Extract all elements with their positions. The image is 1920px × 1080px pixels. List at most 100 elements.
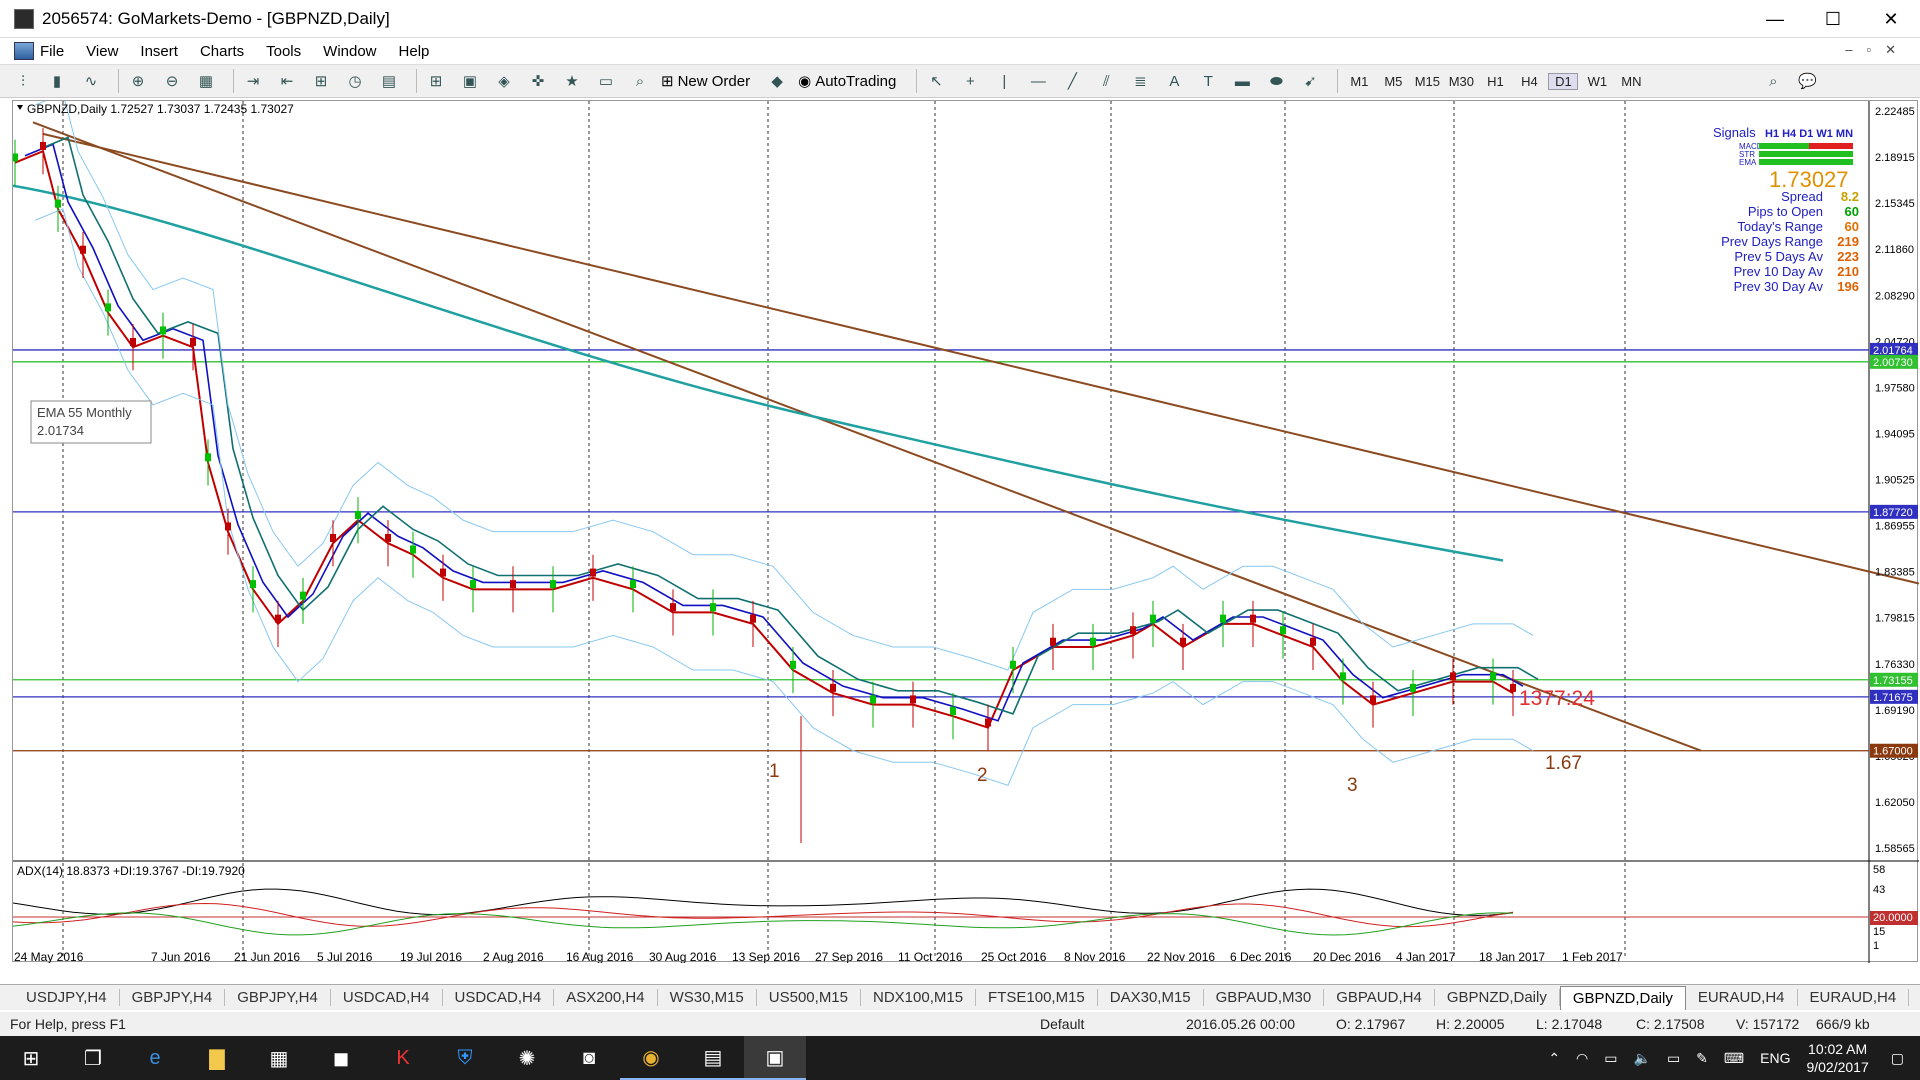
- image-viewer-icon[interactable]: ▤: [682, 1036, 744, 1080]
- market-watch-icon[interactable]: ◈: [491, 69, 517, 93]
- channel-icon[interactable]: ⫽: [1093, 69, 1119, 93]
- terminal-icon[interactable]: ▭: [593, 69, 619, 93]
- store-icon[interactable]: ◼: [310, 1036, 372, 1080]
- metatrader-taskbar-icon[interactable]: ▣: [744, 1036, 806, 1080]
- zoom-in-icon[interactable]: ⊕: [125, 69, 151, 93]
- zoom-out-icon[interactable]: ⊖: [159, 69, 185, 93]
- trendline-lower[interactable]: [32, 121, 1702, 752]
- chart-window[interactable]: 2.22485 2.18915 2.15345 2.11860 2.08290 2.047…: [12, 92, 1920, 964]
- keyboard-icon[interactable]: ▭: [1604, 1050, 1617, 1067]
- tf-m1[interactable]: M1: [1344, 74, 1374, 89]
- task-view-icon[interactable]: ❐: [62, 1036, 124, 1080]
- tf-w1[interactable]: W1: [1582, 74, 1612, 89]
- chart-tab[interactable]: EURAUD,H4: [1686, 989, 1798, 1006]
- periods-icon[interactable]: ◷: [342, 69, 368, 93]
- trendline-icon[interactable]: ╱: [1059, 69, 1085, 93]
- chart-tab[interactable]: USDJPY,H4: [14, 989, 120, 1006]
- line-chart-icon[interactable]: ∿: [78, 69, 104, 93]
- chart-tab[interactable]: GBPAUD,M30: [1204, 989, 1325, 1006]
- start-icon[interactable]: ⊞: [0, 1036, 62, 1080]
- horizontal-line-icon[interactable]: —: [1025, 69, 1051, 93]
- edge-icon[interactable]: e: [124, 1036, 186, 1080]
- chevron-up-icon[interactable]: ⌃: [1548, 1050, 1560, 1067]
- chat-icon[interactable]: 💬: [1794, 69, 1820, 93]
- chart-tab[interactable]: USDCAD,H4: [443, 989, 555, 1006]
- chart-tab[interactable]: FTSE100,M15: [976, 989, 1098, 1006]
- new-chart-icon[interactable]: ⊞: [423, 69, 449, 93]
- notifications-icon[interactable]: ▢: [1891, 1050, 1904, 1067]
- chart-tab[interactable]: DAX30,M15: [1098, 989, 1204, 1006]
- menu-file[interactable]: File: [40, 43, 64, 60]
- chart-tab[interactable]: GBPNZD,Daily: [1559, 985, 1686, 1010]
- network-app-icon[interactable]: ✺: [496, 1036, 558, 1080]
- autoscroll-icon[interactable]: ⇥: [240, 69, 266, 93]
- chart-tab[interactable]: GBPAUD,H4: [1324, 989, 1435, 1006]
- menu-tools[interactable]: Tools: [266, 43, 301, 60]
- pen-icon[interactable]: ✎: [1696, 1050, 1708, 1067]
- navigator-icon[interactable]: ✜: [525, 69, 551, 93]
- menu-help[interactable]: Help: [399, 43, 430, 60]
- chart-tab[interactable]: ASX200,H4: [554, 989, 658, 1006]
- cursor-icon[interactable]: ↖: [923, 69, 949, 93]
- close-button[interactable]: ✕: [1862, 0, 1920, 38]
- chart-tab[interactable]: EURAUD,H4: [1798, 989, 1910, 1006]
- chrome-icon[interactable]: ◉: [620, 1036, 682, 1080]
- menu-charts[interactable]: Charts: [200, 43, 244, 60]
- language-indicator[interactable]: ENG: [1760, 1050, 1790, 1066]
- mdi-window-controls[interactable]: –▫✕: [1845, 42, 1910, 58]
- vertical-line-icon[interactable]: |: [991, 69, 1017, 93]
- autotrading-button[interactable]: ◉ AutoTrading: [798, 72, 896, 91]
- text-icon[interactable]: A: [1161, 69, 1187, 93]
- chart-window-icon[interactable]: [14, 42, 34, 60]
- clock[interactable]: 10:02 AM 9/02/2017: [1806, 1040, 1868, 1076]
- templates-icon[interactable]: ▤: [376, 69, 402, 93]
- fibonacci-icon[interactable]: ≣: [1127, 69, 1153, 93]
- chart-tab[interactable]: NDX100,M15: [861, 989, 977, 1006]
- crosshair-icon[interactable]: +: [957, 69, 983, 93]
- chart-tab[interactable]: EUF: [1909, 989, 1920, 1006]
- k-app-icon[interactable]: K: [372, 1036, 434, 1080]
- tf-m30[interactable]: M30: [1446, 74, 1476, 89]
- menu-window[interactable]: Window: [323, 43, 376, 60]
- chart-tab[interactable]: USDCAD,H4: [331, 989, 443, 1006]
- search-icon[interactable]: ⌕: [1760, 69, 1786, 93]
- tf-h1[interactable]: H1: [1480, 74, 1510, 89]
- menu-view[interactable]: View: [86, 43, 118, 60]
- arrows-icon[interactable]: ➹: [1297, 69, 1323, 93]
- calculator-icon[interactable]: ▦: [248, 1036, 310, 1080]
- tf-mn[interactable]: MN: [1616, 74, 1646, 89]
- text-label-icon[interactable]: T: [1195, 69, 1221, 93]
- tf-m15[interactable]: M15: [1412, 74, 1442, 89]
- touch-keyboard-icon[interactable]: ⌨: [1724, 1050, 1744, 1067]
- rectangle-icon[interactable]: ▬: [1229, 69, 1255, 93]
- candlestick-icon[interactable]: ▮: [44, 69, 70, 93]
- tf-d1[interactable]: D1: [1548, 72, 1579, 90]
- chart-tab[interactable]: GBPJPY,H4: [120, 989, 226, 1006]
- shield-icon[interactable]: ⛨: [434, 1036, 496, 1080]
- minimize-button[interactable]: —: [1746, 0, 1804, 38]
- wifi-icon[interactable]: ◠: [1576, 1050, 1588, 1067]
- metaeditor-icon[interactable]: ◆: [764, 69, 790, 93]
- indicators-icon[interactable]: ⊞: [308, 69, 334, 93]
- collapse-triangle-icon[interactable]: [17, 105, 23, 110]
- profiles-icon[interactable]: ▣: [457, 69, 483, 93]
- data-window-icon[interactable]: ★: [559, 69, 585, 93]
- new-order-button[interactable]: ⊞ New Order: [661, 72, 750, 91]
- maximize-button[interactable]: ☐: [1804, 0, 1862, 38]
- volume-icon[interactable]: 🔈: [1634, 1050, 1651, 1067]
- trendline-upper[interactable]: [42, 132, 1920, 585]
- chart-tab[interactable]: WS30,M15: [658, 989, 757, 1006]
- chart-shift-icon[interactable]: ⇤: [274, 69, 300, 93]
- chart-tab[interactable]: US500,M15: [757, 989, 861, 1006]
- tf-h4[interactable]: H4: [1514, 74, 1544, 89]
- battery-icon[interactable]: ▭: [1667, 1050, 1680, 1067]
- price-chart[interactable]: 2.224852.189152.153452.118602.082902.047…: [12, 92, 1920, 964]
- tester-icon[interactable]: ⌕: [627, 69, 653, 93]
- bar-chart-icon[interactable]: ⫶: [10, 69, 36, 93]
- menu-insert[interactable]: Insert: [140, 43, 178, 60]
- ellipse-icon[interactable]: ⬬: [1263, 69, 1289, 93]
- camera-icon[interactable]: ◙: [558, 1036, 620, 1080]
- tf-m5[interactable]: M5: [1378, 74, 1408, 89]
- chart-tab[interactable]: GBPNZD,Daily: [1435, 989, 1560, 1006]
- file-explorer-icon[interactable]: ▇: [186, 1036, 248, 1080]
